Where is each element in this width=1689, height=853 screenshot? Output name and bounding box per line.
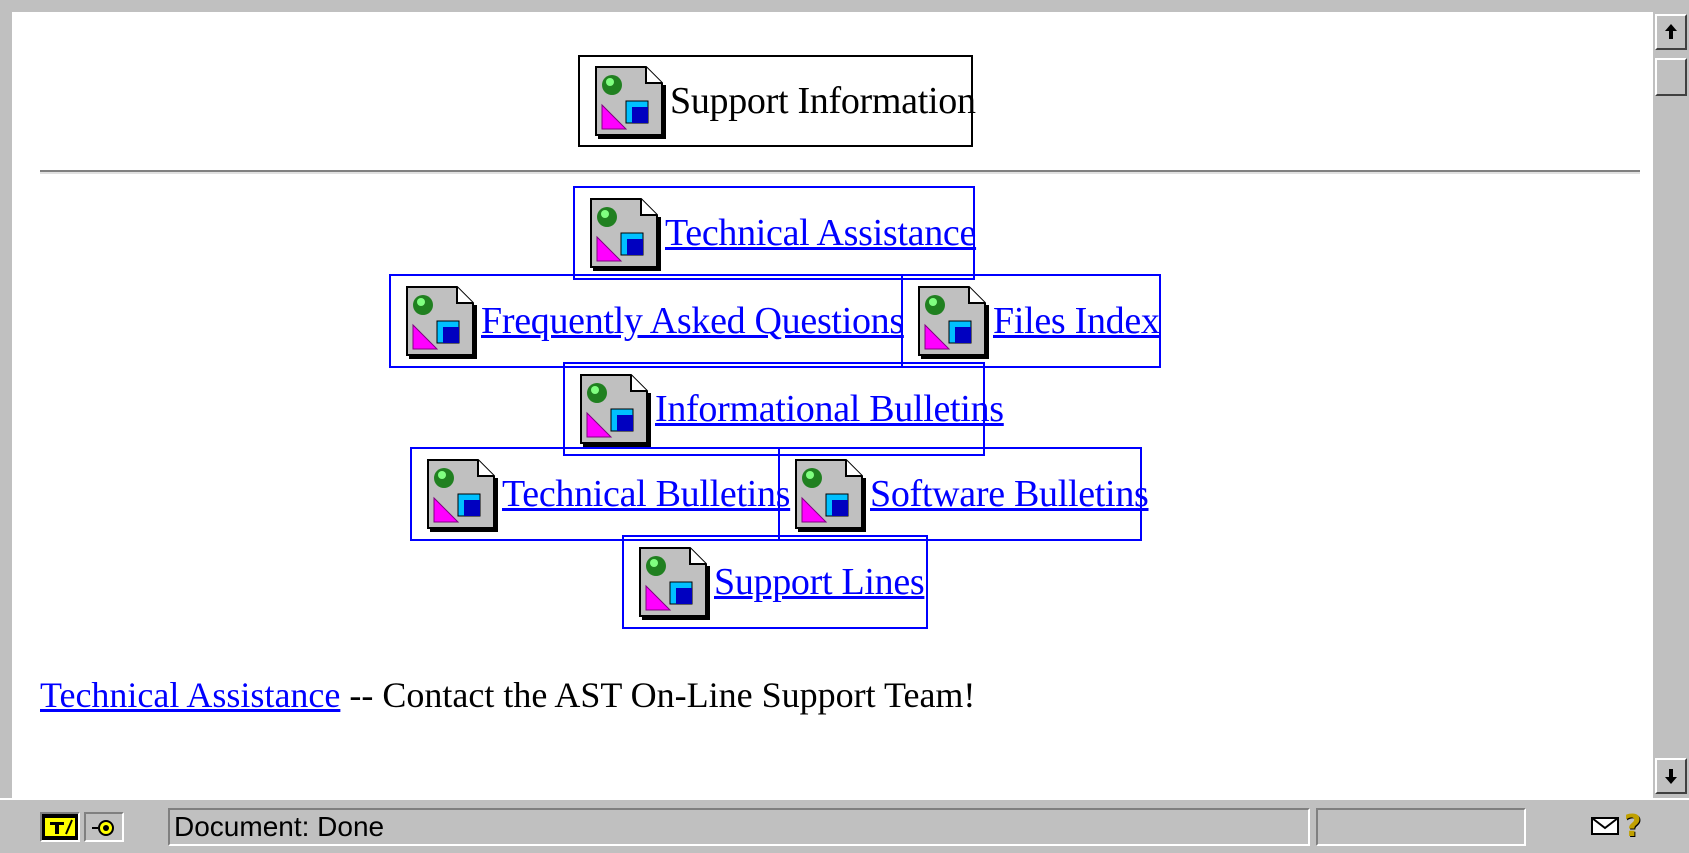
broken-image-icon [573,369,653,449]
status-right-icons: ? [1590,806,1641,846]
window-left-edge [0,12,12,798]
support-lines-link[interactable]: Support Lines [714,560,925,604]
vertical-scrollbar[interactable] [1653,12,1689,798]
scroll-down-arrow-icon [1665,769,1677,784]
broken-image-icon [588,61,668,141]
scroll-thumb[interactable] [1655,58,1687,96]
help-icon[interactable]: ? [1624,809,1641,844]
files-index-link[interactable]: Files Index [993,299,1160,343]
scroll-up-button[interactable] [1655,14,1687,50]
nav-software-bulletins[interactable]: Software Bulletins [778,447,1149,541]
broken-image-icon [788,454,868,534]
nav-technical-assistance[interactable]: Technical Assistance [573,186,976,280]
support-information-image: Support Information [578,55,976,147]
scroll-down-button[interactable] [1655,758,1687,794]
technical-bulletins-link[interactable]: Technical Bulletins [502,472,790,516]
header-image-label: Support Information [670,80,976,122]
technical-assistance-link[interactable]: Technical Assistance [665,211,976,255]
nav-faq[interactable]: Frequently Asked Questions [389,274,904,368]
nav-technical-bulletins[interactable]: Technical Bulletins [410,447,790,541]
broken-image-icon [420,454,500,534]
status-text: Document: Done [168,808,1310,846]
footer-technical-assistance-link[interactable]: Technical Assistance [40,675,340,715]
status-icons [40,810,150,844]
network-icon[interactable] [84,812,124,842]
broken-image-icon [399,281,479,361]
broken-image-icon [583,193,663,273]
status-progress-pane [1316,808,1526,846]
nav-files-index[interactable]: Files Index [901,274,1161,368]
security-icon[interactable] [40,812,80,842]
scroll-up-arrow-icon [1665,24,1677,39]
nav-informational-bulletins[interactable]: Informational Bulletins [563,362,1004,456]
window-top-edge [0,0,1689,12]
software-bulletins-link[interactable]: Software Bulletins [870,472,1149,516]
broken-image-icon [632,542,712,622]
footer-description-text: -- Contact the AST On-Line Support Team! [349,675,976,715]
page-viewport: Support Information Technical Assistance… [12,12,1653,798]
nav-support-lines[interactable]: Support Lines [622,535,928,629]
informational-bulletins-link[interactable]: Informational Bulletins [655,387,1004,431]
mail-icon[interactable] [1590,815,1620,837]
horizontal-rule [40,170,1640,174]
faq-link[interactable]: Frequently Asked Questions [481,299,904,343]
footer-description: Technical Assistance -- Contact the AST … [40,674,975,716]
status-bar: Document: Done ? [0,798,1689,853]
broken-image-icon [911,281,991,361]
